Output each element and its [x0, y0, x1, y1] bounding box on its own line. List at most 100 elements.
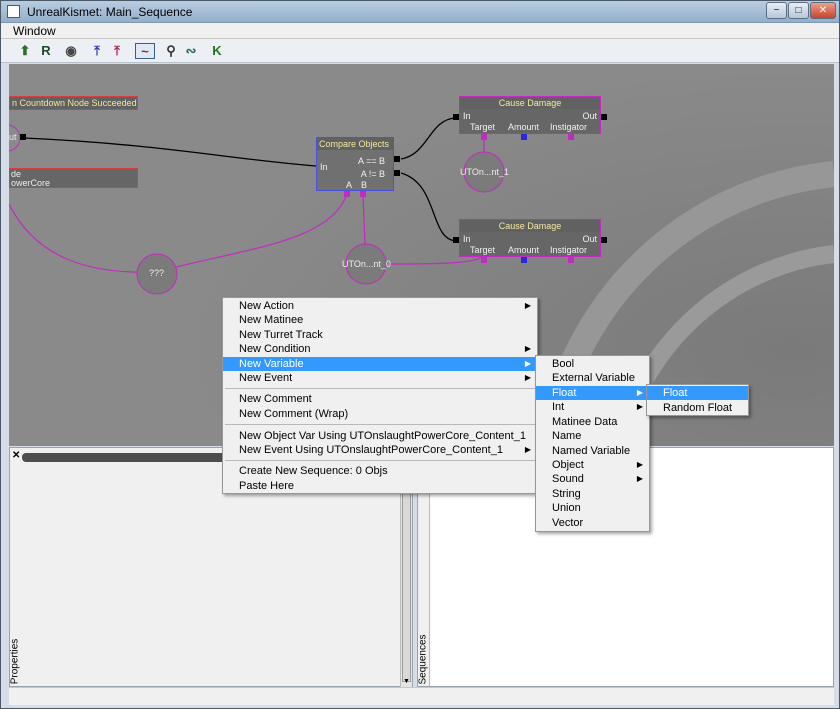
menu-item-new-variable[interactable]: New Variable ▶ — [223, 357, 537, 371]
damage2-amount-label: Amount — [508, 245, 540, 255]
menu-item-new-comment[interactable]: New Comment — [223, 392, 537, 406]
var-item-external[interactable]: External Variable — [536, 371, 649, 385]
graph-icon[interactable]: ~ — [135, 43, 155, 59]
submenu-arrow-icon: ▶ — [524, 301, 531, 310]
menu-item-paste-here[interactable]: Paste Here — [223, 479, 537, 493]
menu-item-new-matinee[interactable]: New Matinee — [223, 313, 537, 327]
var-item-union[interactable]: Union — [536, 501, 649, 515]
r-icon[interactable]: R — [38, 43, 54, 59]
sequences-tab-label[interactable]: Sequences — [418, 634, 429, 684]
menu-item-label: Int — [552, 401, 565, 413]
flow-in-icon[interactable]: ⤒ — [89, 43, 105, 59]
compare-in-label: In — [320, 162, 328, 172]
submenu-arrow-icon: ▶ — [524, 373, 531, 382]
menu-item-new-action[interactable]: New Action ▶ — [223, 299, 537, 313]
damage2-target-port[interactable] — [481, 257, 487, 263]
menu-item-new-condition[interactable]: New Condition ▶ — [223, 342, 537, 356]
compare-a-label: A — [346, 180, 353, 190]
close-button[interactable]: ✕ — [810, 2, 836, 19]
float-submenu: Float Random Float — [646, 384, 749, 416]
var-item-int[interactable]: Int ▶ — [536, 400, 649, 414]
window-title: UnrealKismet: Main_Sequence — [27, 5, 193, 19]
vertical-scrollbar[interactable]: ▼ — [400, 462, 412, 687]
properties-tab-label[interactable]: Properties — [9, 639, 20, 685]
var-item-matinee-data[interactable]: Matinee Data — [536, 415, 649, 429]
compare-b-port[interactable] — [360, 191, 366, 197]
submenu-arrow-icon: ▶ — [636, 388, 643, 397]
up-arrow-icon[interactable]: ⬆ — [17, 43, 33, 59]
damage2-out-label: Out — [582, 234, 597, 244]
zoom-icon[interactable]: ⚲ — [163, 43, 179, 59]
menu-separator — [225, 460, 535, 461]
var-item-bool[interactable]: Bool — [536, 357, 649, 371]
menu-item-label: Name — [552, 430, 582, 442]
damage2-instigator-label: Instigator — [550, 245, 588, 255]
compare-objects-node[interactable]: Compare Objects In A == B A != B A B — [316, 137, 394, 191]
scroll-down-icon[interactable]: ▼ — [403, 678, 410, 685]
menu-separator — [225, 424, 535, 425]
menu-item-new-comment-wrap[interactable]: New Comment (Wrap) — [223, 407, 537, 421]
menu-item-new-object-var[interactable]: New Object Var Using UTOnslaughtPowerCor… — [223, 429, 537, 443]
menu-item-new-event-using[interactable]: New Event Using UTOnslaughtPowerCore_Con… — [223, 443, 537, 457]
menu-item-label: Sound — [552, 473, 584, 485]
kismet-icon[interactable]: K — [209, 43, 225, 59]
cause-damage-node-1[interactable]: Cause Damage In Out Target Amount Instig… — [459, 96, 601, 134]
menu-bar: Window — [1, 23, 839, 39]
left-object-node[interactable]: de owerCore — [9, 168, 138, 188]
damage1-target-port[interactable] — [481, 134, 487, 140]
damage2-instigator-port[interactable] — [568, 257, 574, 263]
var-item-string[interactable]: String — [536, 487, 649, 501]
maximize-button[interactable]: □ — [788, 2, 809, 19]
menu-item-new-event[interactable]: New Event ▶ — [223, 371, 537, 385]
menu-item-label: Named Variable — [552, 445, 631, 457]
menu-item-label: New Comment — [239, 393, 312, 405]
cause-damage-node-2[interactable]: Cause Damage In Out Target Amount Instig… — [459, 219, 601, 257]
compare-eq-port[interactable] — [394, 156, 400, 162]
damage2-in-port[interactable] — [453, 237, 459, 243]
var-item-name[interactable]: Name — [536, 429, 649, 443]
submenu-arrow-icon: ▶ — [636, 474, 643, 483]
float-item-random-float[interactable]: Random Float — [647, 401, 748, 415]
damage1-amount-port[interactable] — [521, 134, 527, 140]
damage2-out-port[interactable] — [601, 237, 607, 243]
damage2-amount-port[interactable] — [521, 257, 527, 263]
damage1-in-port[interactable] — [453, 114, 459, 120]
countdown-node[interactable]: n Countdown Node Succeeded — [9, 96, 138, 110]
var-item-sound[interactable]: Sound ▶ — [536, 472, 649, 486]
compare-b-label: B — [361, 180, 368, 190]
submenu-arrow-icon: ▶ — [524, 344, 531, 353]
menu-item-new-turret-track[interactable]: New Turret Track — [223, 328, 537, 342]
float-item-float[interactable]: Float — [647, 386, 748, 400]
scrollbar-thumb[interactable] — [402, 492, 411, 682]
damage1-target-label: Target — [470, 122, 496, 132]
damage1-in-label: In — [463, 111, 471, 121]
menu-item-label: New Variable — [239, 358, 304, 370]
compare-a-port[interactable] — [344, 191, 350, 197]
var-item-named-variable[interactable]: Named Variable — [536, 444, 649, 458]
damage1-instigator-port[interactable] — [568, 134, 574, 140]
menu-item-create-sequence[interactable]: Create New Sequence: 0 Objs — [223, 464, 537, 478]
flow-out-icon[interactable]: ⤒ — [109, 43, 125, 59]
var-item-object[interactable]: Object ▶ — [536, 458, 649, 472]
compare-eq-label: A == B — [357, 156, 385, 166]
var-item-vector[interactable]: Vector — [536, 516, 649, 530]
menu-item-label: Bool — [552, 358, 575, 370]
var-item-float[interactable]: Float ▶ — [536, 386, 649, 400]
compare-neq-label: A != B — [360, 169, 385, 179]
menu-item-label: New Turret Track — [239, 329, 323, 341]
app-icon — [7, 5, 20, 18]
eye-icon[interactable]: ◉ — [63, 43, 79, 59]
menu-window[interactable]: Window — [13, 24, 56, 38]
title-bar[interactable]: UnrealKismet: Main_Sequence − □ ✕ — [1, 1, 839, 23]
horizontal-scrollbar[interactable] — [22, 453, 228, 462]
compare-title: Compare Objects — [317, 138, 393, 150]
damage2-target-label: Target — [470, 245, 496, 255]
compare-neq-port[interactable] — [394, 170, 400, 176]
panel-close-icon[interactable]: ✕ — [12, 450, 20, 461]
menu-item-label: New Action — [239, 300, 295, 312]
minimize-button[interactable]: − — [766, 2, 787, 19]
countdown-out-port[interactable] — [20, 134, 26, 140]
damage1-out-port[interactable] — [601, 114, 607, 120]
left-node-line2: owerCore — [11, 178, 51, 188]
link-icon[interactable]: ∾ — [183, 43, 199, 59]
